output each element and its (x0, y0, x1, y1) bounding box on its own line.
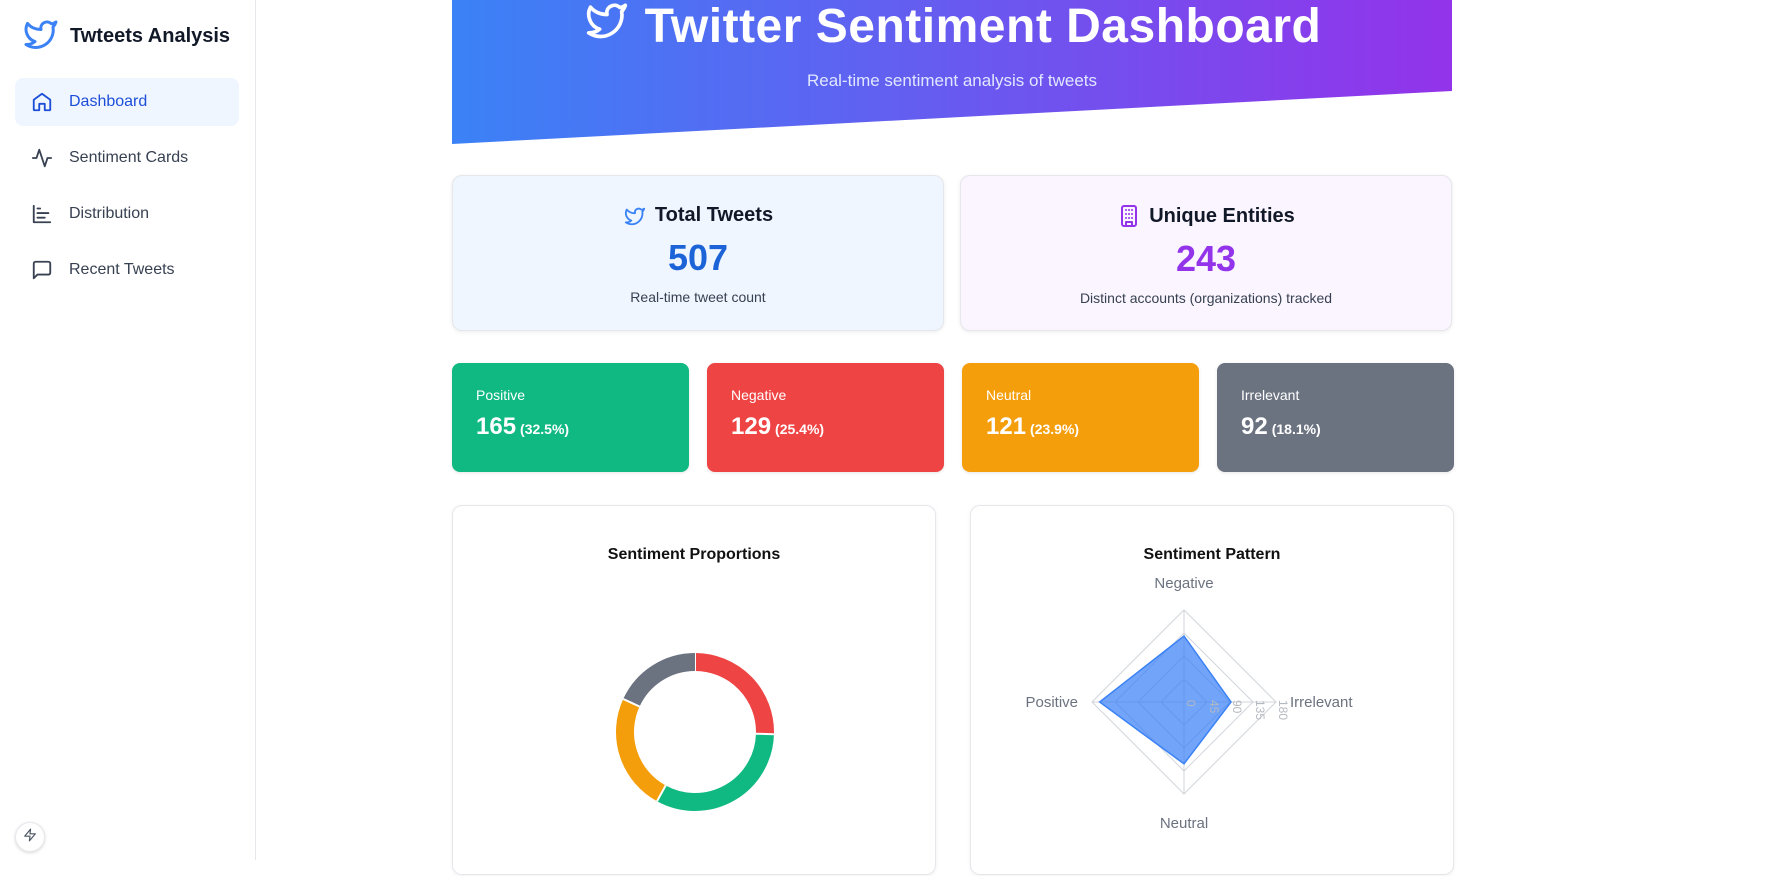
unique-entities-value: 243 (1175, 238, 1237, 279)
sidebar-item-recent-tweets[interactable]: Recent Tweets (15, 246, 239, 294)
donut-slice-irrelevant[interactable] (623, 653, 696, 707)
radar-axis-label: Irrelevant (1290, 694, 1353, 711)
sidebar-item-label: Sentiment Cards (69, 149, 189, 166)
donut-slice-negative[interactable] (694, 653, 774, 735)
unique-entities-desc: Distinct accounts (organizations) tracke… (1079, 290, 1333, 306)
negative-card[interactable]: Negative 129 (25.4%) (707, 363, 944, 472)
sidebar-item-label: Recent Tweets (69, 261, 175, 278)
sidebar-item-label: Distribution (69, 205, 150, 222)
irrelevant-percent: (18.1%) (1271, 421, 1321, 437)
positive-card[interactable]: Positive 165 (32.5%) (452, 363, 689, 472)
brand[interactable]: Twteets Analysis (22, 16, 230, 57)
positive-count: 165 (476, 413, 517, 440)
sidebar: Twteets Analysis Dashboard Sentiment Car… (0, 0, 256, 860)
total-tweets-desc: Real-time tweet count (630, 289, 766, 305)
bolt-icon (23, 828, 37, 847)
building-icon (1117, 204, 1141, 228)
irrelevant-card[interactable]: Irrelevant 92 (18.1%) (1217, 363, 1454, 472)
total-tweets-card: Total Tweets 507 Real-time tweet count (452, 175, 944, 331)
page-subtitle: Real-time sentiment analysis of tweets (806, 71, 1098, 90)
negative-count: 129 (731, 413, 772, 440)
twitter-icon (623, 205, 647, 227)
message-square-icon (30, 258, 54, 282)
irrelevant-count: 92 (1241, 413, 1268, 440)
neutral-label: Neutral (986, 387, 1032, 403)
page-title: Twitter Sentiment Dashboard (452, 0, 1452, 54)
radar-axis-label: Neutral (1160, 815, 1208, 832)
neutral-percent: (23.9%) (1030, 421, 1080, 437)
radar-tick-label: 180 (1276, 700, 1290, 720)
neutral-card[interactable]: Neutral 121 (23.9%) (962, 363, 1199, 472)
brand-name: Twteets Analysis (70, 25, 231, 47)
sidebar-nav: Dashboard Sentiment Cards Distribution R… (15, 78, 239, 302)
negative-percent: (25.4%) (775, 421, 825, 437)
activity-icon (30, 146, 54, 170)
sidebar-item-label: Dashboard (69, 93, 148, 110)
unique-entities-label: Unique Entities (1149, 204, 1295, 227)
radar-chart: 0 45 90 135 180 Negative Irrelevant Neutral Posi… (1025, 575, 1353, 832)
donut-chart (616, 653, 774, 811)
sidebar-item-sentiment-cards[interactable]: Sentiment Cards (15, 134, 239, 182)
total-tweets-label: Total Tweets (654, 204, 774, 226)
sentiment-pattern-panel: Sentiment Pattern 0 45 90 135 180 Negative Irr… (970, 505, 1454, 875)
bar-chart-icon (30, 202, 54, 226)
twitter-bird-icon (583, 0, 631, 54)
twitter-logo-icon (22, 16, 60, 57)
main-content: Twitter Sentiment Dashboard Real-time se… (256, 0, 1768, 875)
radar-axis-label: Negative (1154, 575, 1213, 592)
slice-separator (755, 732, 774, 736)
radar-axis-label: Positive (1025, 694, 1078, 711)
home-icon (30, 90, 54, 114)
sidebar-item-distribution[interactable]: Distribution (15, 190, 239, 238)
donut-slice-neutral[interactable] (616, 699, 666, 802)
sentiment-proportions-panel: Sentiment Proportions (452, 505, 936, 875)
neutral-count: 121 (986, 413, 1027, 440)
radar-tick-label: 135 (1253, 700, 1267, 720)
hero-banner: Twitter Sentiment Dashboard Real-time se… (452, 0, 1452, 144)
page-title-text: Twitter Sentiment Dashboard (644, 0, 1322, 53)
bolt-button[interactable] (15, 822, 45, 852)
total-tweets-value: 507 (667, 237, 729, 278)
irrelevant-label: Irrelevant (1241, 387, 1300, 403)
radar-tick-label: 0 (1184, 700, 1198, 707)
positive-label: Positive (476, 387, 526, 403)
unique-entities-card: Unique Entities 243 Distinct accounts (o… (960, 175, 1452, 331)
radar-tick-label: 90 (1230, 700, 1244, 714)
donut-slice-positive[interactable] (657, 733, 774, 811)
positive-percent: (32.5%) (520, 421, 570, 437)
sidebar-item-dashboard[interactable]: Dashboard (15, 78, 239, 126)
radar-tick-label: 45 (1207, 700, 1221, 714)
negative-label: Negative (731, 387, 787, 403)
